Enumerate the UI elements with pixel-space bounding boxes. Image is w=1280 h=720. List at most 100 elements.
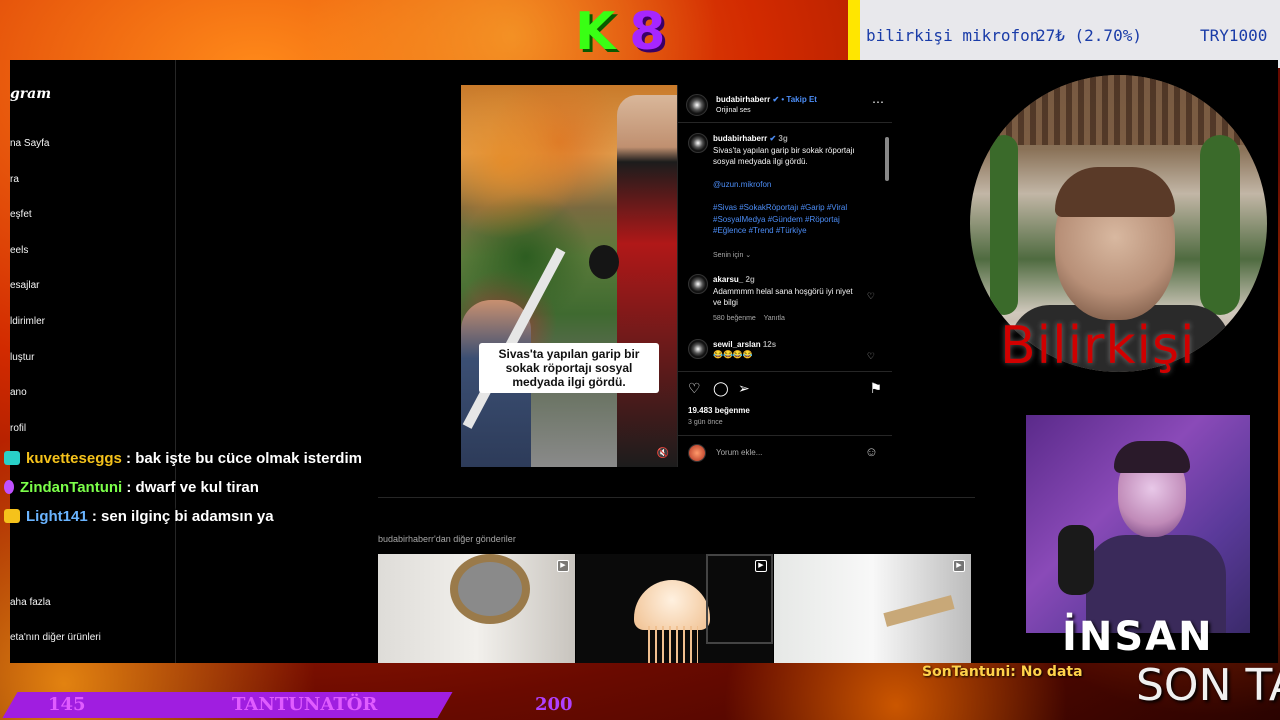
- comment-avatar[interactable]: [688, 274, 708, 294]
- reel-icon: ▶: [557, 560, 569, 572]
- audio-label[interactable]: Orijinal ses: [716, 107, 751, 114]
- comment-author[interactable]: akarsu_ 2g: [713, 275, 755, 284]
- current-user-avatar: [688, 444, 706, 462]
- video-caption: Sivas'ta yapılan garip bir sokak röporta…: [479, 343, 659, 393]
- more-post-thumbnail[interactable]: ▶: [378, 554, 575, 663]
- author-username[interactable]: budabirhaberr ✔ • Takip Et: [716, 95, 817, 104]
- chat-text: : dwarf ve kul tiran: [126, 479, 259, 496]
- more-post-thumbnail[interactable]: ▶: [774, 554, 971, 663]
- webcam-tree: [990, 135, 1018, 315]
- nav-notifications[interactable]: ldirimler: [10, 316, 45, 327]
- thumbnail-object: [883, 595, 955, 627]
- streamer-webcam: [1026, 415, 1250, 633]
- comment-icon[interactable]: ◯: [713, 380, 729, 397]
- logo-k: K: [575, 2, 630, 62]
- more-options-icon[interactable]: ⋯: [872, 95, 884, 109]
- nav-create[interactable]: luştur: [10, 352, 34, 363]
- post-header: budabirhaberr ✔ • Takip Et Orijinal ses …: [678, 85, 892, 123]
- donation-ticker: bilirkişi mikrofon 27₺ (2.70%) TRY1000: [848, 0, 1280, 68]
- webcam-name-label: Bilirkişi: [1000, 316, 1196, 376]
- comment-meta: 580 beğenme Yanıtla: [713, 315, 785, 322]
- nav-reels[interactable]: eels: [10, 245, 28, 256]
- comment-bar: Yorum ekle... ☺: [678, 435, 892, 468]
- mute-icon[interactable]: 🔇: [657, 448, 669, 459]
- comment-input[interactable]: Yorum ekle...: [716, 448, 762, 457]
- post-date: 3 gün önce: [688, 419, 723, 426]
- save-icon[interactable]: ⚑: [869, 380, 882, 397]
- thumbnail-jellyfish: [634, 580, 710, 630]
- translation-link[interactable]: Senin için ⌄: [713, 251, 751, 259]
- video-interviewer: [617, 95, 677, 467]
- nav-explore[interactable]: eşfet: [10, 209, 32, 220]
- comment-text: 😂😂😂😂: [713, 350, 753, 359]
- goal-target: 200: [535, 694, 573, 715]
- caption-hashtags[interactable]: #Sivas #SokakRöportajı #Garip #Viral #So…: [713, 202, 873, 237]
- chat-badge-icon: [4, 480, 14, 494]
- caption-author[interactable]: budabirhaberr ✔ 3g: [713, 134, 788, 143]
- share-icon[interactable]: ➢: [738, 380, 750, 397]
- instagram-logo[interactable]: gram: [10, 86, 51, 102]
- chat-message: ZindanTantuni : dwarf ve kul tiran: [0, 479, 259, 496]
- instagram-sidebar: gram na Sayfa ra eşfet eels esajlar ldir…: [10, 60, 176, 663]
- webcam-tree: [1200, 135, 1240, 315]
- like-icon[interactable]: ♡: [688, 380, 701, 397]
- comment-likes[interactable]: 580 beğenme: [713, 315, 756, 322]
- comments-scrollbar[interactable]: [885, 137, 889, 181]
- nav-messages[interactable]: esajlar: [10, 280, 39, 291]
- reply-button[interactable]: Yanıtla: [764, 315, 785, 322]
- comment-text: Adammmm helal sana hoşgörü iyi niyet ve …: [713, 287, 853, 307]
- streamer-hair: [1114, 441, 1190, 473]
- chat-badge-icon: [4, 451, 20, 465]
- author-avatar[interactable]: [686, 94, 708, 116]
- thumbnail-mirror: [450, 554, 530, 624]
- caption-mention[interactable]: @uzun.mikrofon: [713, 180, 771, 189]
- insan-label: İNSAN: [1062, 614, 1214, 660]
- ticker-item: bilirkişi mikrofon: [866, 26, 1040, 45]
- goal-title: TANTUNATÖR: [232, 694, 378, 715]
- likes-count[interactable]: 19.483 beğenme: [688, 406, 750, 415]
- post-video[interactable]: Sivas'ta yapılan garip bir sokak röporta…: [461, 85, 677, 467]
- post-details-panel: budabirhaberr ✔ • Takip Et Orijinal ses …: [677, 85, 892, 467]
- chat-text: : bak işte bu cüce olmak isterdim: [126, 450, 362, 467]
- nav-dashboard[interactable]: ano: [10, 387, 27, 398]
- nav-more[interactable]: aha fazla: [10, 597, 51, 608]
- logo-8: 8: [629, 2, 680, 62]
- chat-username: ZindanTantuni: [20, 479, 123, 496]
- verified-icon: ✔: [772, 95, 780, 104]
- caption-avatar[interactable]: [688, 133, 708, 153]
- nav-profile[interactable]: rofil: [10, 423, 26, 434]
- ticker-target: TRY1000: [1200, 26, 1268, 45]
- k8-logo: K8: [575, 2, 679, 62]
- video-microphone-head: [589, 245, 619, 279]
- thumbnail-tentacles: [648, 626, 698, 663]
- more-posts-title: budabirhaberr'dan diğer gönderiler: [378, 534, 516, 544]
- nav-search[interactable]: ra: [10, 174, 19, 185]
- chat-badge-icon: [4, 509, 20, 523]
- chat-text: : sen ilginç bi adamsın ya: [91, 508, 274, 525]
- chat-username: Light141: [26, 508, 88, 525]
- nav-meta-products[interactable]: eta'nın diğer ürünleri: [10, 632, 101, 643]
- comment-like-icon[interactable]: ♡: [867, 351, 875, 362]
- comment-avatar[interactable]: [688, 339, 708, 359]
- streamer-microphone: [1058, 525, 1094, 595]
- ticker-price: 27₺ (2.70%): [1036, 26, 1142, 45]
- follow-button[interactable]: • Takip Et: [781, 95, 817, 104]
- goal-current: 145: [48, 694, 86, 715]
- chat-message: Light141 : sen ilginç bi adamsın ya: [0, 508, 274, 525]
- emoji-icon[interactable]: ☺: [865, 444, 878, 459]
- goal-bar: 145 TANTUNATÖR 200: [0, 690, 600, 720]
- chat-message: kuvetteseggs : bak işte bu cüce olmak is…: [0, 450, 362, 467]
- reel-icon: ▶: [953, 560, 965, 572]
- more-post-thumbnail[interactable]: ▶: [576, 554, 773, 663]
- reel-icon: ▶: [755, 560, 767, 572]
- comment-author[interactable]: sewil_arslan 12s: [713, 340, 776, 349]
- section-divider: [378, 497, 975, 498]
- son-tantuni-label: SonTantuni: No data: [922, 664, 1083, 680]
- webcam-person-hair: [1055, 167, 1175, 217]
- verified-icon: ✔: [769, 134, 777, 143]
- nav-home[interactable]: na Sayfa: [10, 138, 49, 149]
- post-actions: ♡ ◯ ➢ ⚑ 19.483 beğenme 3 gün önce Yorum …: [678, 371, 892, 467]
- chat-username: kuvetteseggs: [26, 450, 122, 467]
- post-caption: Sivas'ta yapılan garip bir sokak röporta…: [713, 146, 855, 166]
- comment-like-icon[interactable]: ♡: [867, 291, 875, 302]
